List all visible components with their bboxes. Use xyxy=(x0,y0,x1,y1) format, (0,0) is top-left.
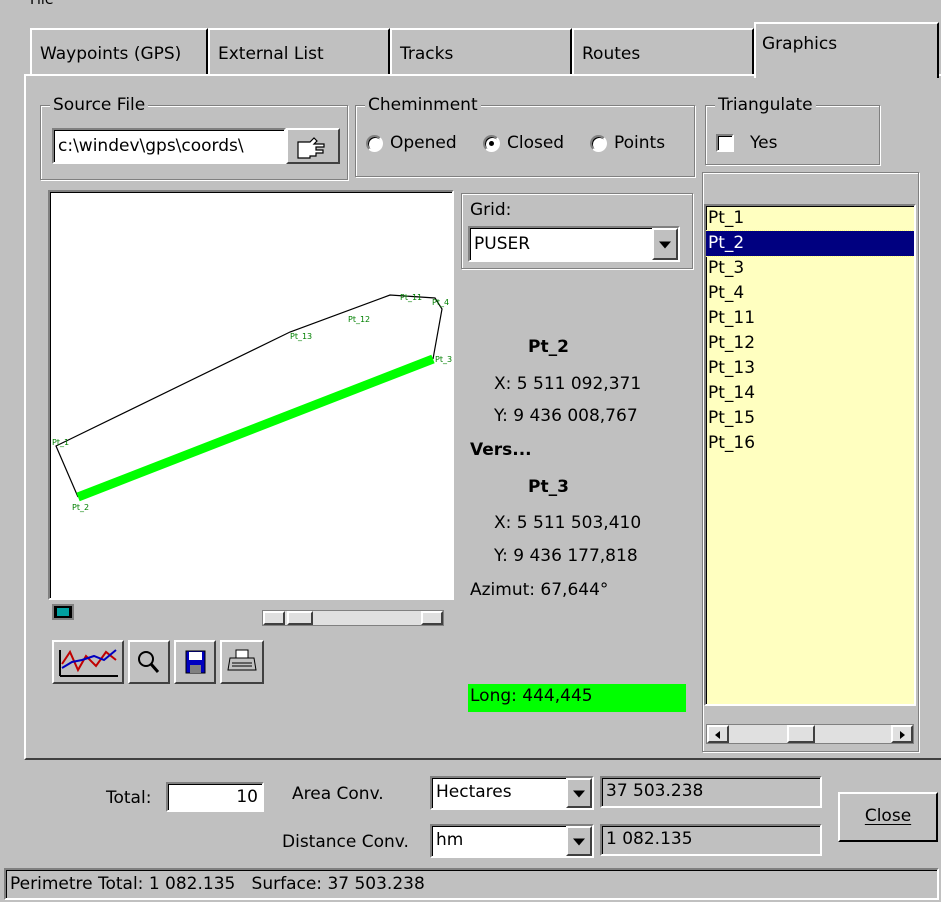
area-value-field: 37 503.238 xyxy=(600,776,822,808)
save-button[interactable] xyxy=(174,640,216,684)
close-button[interactable]: Close xyxy=(838,792,938,842)
source-file-input[interactable]: c:\windev\gps\coords\ xyxy=(52,128,286,164)
to-point-name: Pt_3 xyxy=(528,477,569,497)
list-item[interactable]: Pt_16 xyxy=(706,431,914,456)
grid-label: Grid: xyxy=(470,200,512,220)
map-scroll-thumb[interactable] xyxy=(287,611,313,625)
map-label-pt2: Pt_2 xyxy=(72,503,89,512)
chevron-down-icon xyxy=(573,790,585,798)
map-label-pt3: Pt_3 xyxy=(435,355,452,364)
radio-opened[interactable] xyxy=(366,135,383,152)
magnifier-icon xyxy=(138,651,160,673)
source-file-legend: Source File xyxy=(50,96,149,114)
to-point-x: X: 5 511 503,410 xyxy=(494,513,642,533)
zoom-button[interactable] xyxy=(128,640,170,684)
monitor-icon[interactable] xyxy=(52,604,74,620)
map-label-pt13: Pt_13 xyxy=(290,332,312,341)
area-unit-select[interactable]: Hectares xyxy=(430,776,594,810)
radio-opened-label: Opened xyxy=(390,133,457,153)
list-item[interactable]: Pt_4 xyxy=(706,281,914,306)
list-item[interactable]: Pt_3 xyxy=(706,256,914,281)
points-scroll-left[interactable] xyxy=(707,725,729,743)
distance-unit-arrow[interactable] xyxy=(566,826,592,856)
total-label: Total: xyxy=(106,788,152,808)
traverse-plot: Pt_2 Pt_1 Pt_13 Pt_12 Pt_11 Pt_4 Pt_3 xyxy=(52,293,452,512)
radio-points-label: Points xyxy=(614,133,666,153)
grid-select-arrow[interactable] xyxy=(652,228,678,260)
from-point-name: Pt_2 xyxy=(528,337,569,357)
list-item-selected[interactable]: Pt_2 xyxy=(706,230,914,257)
menu-fragment: File xyxy=(30,0,54,8)
map-scroll-right[interactable] xyxy=(421,611,443,625)
from-point-y: Y: 9 436 008,767 xyxy=(494,406,638,426)
area-conv-label: Area Conv. xyxy=(292,784,384,804)
points-scroll-right[interactable] xyxy=(891,725,913,743)
profile-chart-button[interactable] xyxy=(52,640,124,684)
azimut-value: Azimut: 67,644° xyxy=(470,580,609,600)
chevron-down-icon xyxy=(659,241,671,249)
from-point-x: X: 5 511 092,371 xyxy=(494,374,642,394)
tab-tracks[interactable]: Tracks xyxy=(390,28,572,74)
hand-pointer-icon xyxy=(297,137,325,159)
triangulate-checkbox-label: Yes xyxy=(750,133,778,153)
map-scrollbar[interactable] xyxy=(262,610,444,626)
traverse-outline xyxy=(55,294,443,498)
tab-waypoints-gps[interactable]: Waypoints (GPS) xyxy=(30,28,208,74)
points-scroll-thumb[interactable] xyxy=(787,725,815,743)
radio-closed[interactable] xyxy=(483,135,500,152)
cheminment-legend: Cheminment xyxy=(365,96,481,114)
radio-closed-label: Closed xyxy=(507,133,565,153)
floppy-disk-icon xyxy=(185,650,206,674)
area-unit-value: Hectares xyxy=(436,782,512,802)
points-list[interactable]: Pt_1 Pt_2 Pt_3 Pt_4 Pt_11 Pt_12 Pt_13 Pt… xyxy=(704,204,916,706)
length-badge: Long: 444,445 xyxy=(468,684,686,712)
distance-unit-value: hm xyxy=(436,830,464,850)
total-input[interactable]: 10 xyxy=(166,782,264,812)
chevron-down-icon xyxy=(573,838,585,846)
arrow-left-icon xyxy=(715,731,720,739)
distance-value-field: 1 082.135 xyxy=(600,824,822,856)
printer-icon xyxy=(227,649,257,671)
triangulate-legend: Triangulate xyxy=(715,96,816,114)
distance-conv-label: Distance Conv. xyxy=(282,832,409,852)
map-label-pt1: Pt_1 xyxy=(52,438,69,447)
list-item[interactable]: Pt_13 xyxy=(706,356,914,381)
list-item[interactable]: Pt_11 xyxy=(706,306,914,331)
profile-chart-icon xyxy=(59,649,118,677)
status-bar: Perimetre Total: 1 082.135 Surface: 37 5… xyxy=(4,868,939,900)
triangulate-checkbox[interactable] xyxy=(716,134,734,152)
area-unit-arrow[interactable] xyxy=(566,778,592,808)
tab-external-list[interactable]: External List xyxy=(208,28,390,74)
grid-select-value: PUSER xyxy=(474,234,531,254)
vers-label: Vers... xyxy=(470,440,532,460)
list-item[interactable]: Pt_1 xyxy=(706,206,914,231)
points-scrollbar[interactable] xyxy=(706,724,914,744)
map-label-pt12: Pt_12 xyxy=(348,315,370,324)
to-point-y: Y: 9 436 177,818 xyxy=(494,546,638,566)
map-canvas[interactable]: Pt_2 Pt_1 Pt_13 Pt_12 Pt_11 Pt_4 Pt_3 xyxy=(48,190,454,600)
radio-points[interactable] xyxy=(590,135,607,152)
tab-routes[interactable]: Routes xyxy=(572,28,754,74)
map-label-pt4: Pt_4 xyxy=(432,298,449,307)
browse-button[interactable] xyxy=(286,128,340,164)
map-label-pt11: Pt_11 xyxy=(400,293,422,302)
arrow-right-icon xyxy=(900,731,905,739)
list-item[interactable]: Pt_14 xyxy=(706,381,914,406)
map-scroll-left[interactable] xyxy=(263,611,285,625)
list-item[interactable]: Pt_15 xyxy=(706,406,914,431)
grid-select[interactable]: PUSER xyxy=(468,226,680,262)
selected-segment xyxy=(76,354,435,502)
tab-graphics[interactable]: Graphics xyxy=(754,22,939,78)
print-button[interactable] xyxy=(220,640,264,684)
list-item[interactable]: Pt_12 xyxy=(706,331,914,356)
distance-unit-select[interactable]: hm xyxy=(430,824,594,858)
